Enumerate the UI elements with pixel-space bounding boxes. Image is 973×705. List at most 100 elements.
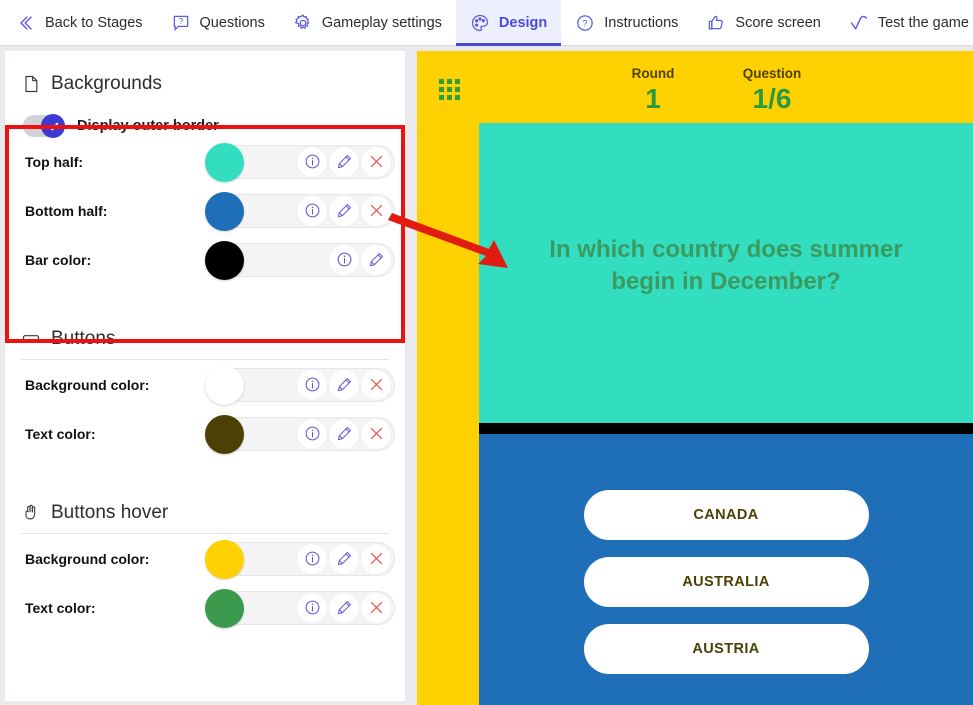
close-icon xyxy=(368,425,385,442)
pill-actions xyxy=(329,244,394,275)
info-button[interactable] xyxy=(297,369,327,400)
question-counter-value: 1/6 xyxy=(752,83,792,114)
color-picker-pill[interactable] xyxy=(205,539,395,579)
top-navigation-bar: Back to Stages? Questions Gameplay setting… xyxy=(0,0,973,46)
info-button[interactable] xyxy=(297,592,327,623)
section-header-buttons-hover: Buttons hover xyxy=(5,480,405,524)
nav-item-label: Test the game xyxy=(877,14,969,31)
pill-actions xyxy=(297,543,394,574)
nav-item-back-to-stages[interactable]: Back to Stages xyxy=(0,0,157,46)
question-counter: Question 1/6 xyxy=(717,65,827,115)
close-icon xyxy=(368,202,385,219)
nav-item-label: Design xyxy=(498,14,548,31)
pencil-icon xyxy=(336,599,353,616)
close-button[interactable] xyxy=(361,543,391,574)
info-button[interactable] xyxy=(297,418,327,449)
display-outer-border-toggle[interactable] xyxy=(23,114,65,138)
preview-top-bar: Round 1 Question 1/6 xyxy=(417,51,973,123)
section-title: Buttons xyxy=(51,328,116,349)
close-icon xyxy=(368,550,385,567)
pill-actions xyxy=(297,418,394,449)
color-swatch[interactable] xyxy=(205,240,244,280)
nav-item-design[interactable]: Design xyxy=(455,0,562,46)
answer-button[interactable]: CANADA xyxy=(583,490,869,540)
close-button[interactable] xyxy=(361,369,391,400)
color-setting-label: Bar color: xyxy=(25,251,92,268)
info-button[interactable] xyxy=(297,146,327,177)
preview-top-half: In which country does summer begin in De… xyxy=(479,123,973,423)
color-swatch[interactable] xyxy=(205,142,244,182)
pencil-button[interactable] xyxy=(329,195,359,226)
color-setting-label: Background color: xyxy=(25,376,150,393)
color-picker-pill[interactable] xyxy=(205,191,395,231)
color-picker-pill[interactable] xyxy=(205,142,395,182)
color-swatch[interactable] xyxy=(205,539,244,579)
section-title: Backgrounds xyxy=(51,73,162,94)
color-setting-label: Top half: xyxy=(25,153,84,170)
color-swatch[interactable] xyxy=(205,588,244,628)
close-icon xyxy=(368,153,385,170)
close-icon xyxy=(368,599,385,616)
info-button[interactable] xyxy=(329,244,359,275)
game-preview: Round 1 Question 1/6 In which country do… xyxy=(417,51,973,705)
nav-item-label: Instructions xyxy=(604,14,679,31)
color-picker-pill[interactable] xyxy=(205,365,395,405)
color-swatch[interactable] xyxy=(205,191,244,231)
pill-actions xyxy=(297,195,394,226)
close-button[interactable] xyxy=(361,592,391,623)
color-swatch[interactable] xyxy=(205,365,244,405)
color-picker-pill[interactable] xyxy=(205,240,395,280)
section-title: Buttons hover xyxy=(51,502,169,523)
info-button[interactable] xyxy=(297,543,327,574)
color-setting-row: Background color: xyxy=(5,360,405,409)
grid-menu-icon[interactable] xyxy=(439,79,461,101)
nav-item-gameplay-settings[interactable]: Gameplay settings xyxy=(279,0,456,46)
answer-button[interactable]: AUSTRIA xyxy=(583,624,869,674)
pencil-button[interactable] xyxy=(329,592,359,623)
question-bubble-icon: ? xyxy=(171,13,191,33)
close-button[interactable] xyxy=(361,146,391,177)
nav-item-label: Score screen xyxy=(735,14,821,31)
close-button[interactable] xyxy=(361,418,391,449)
info-icon xyxy=(304,599,321,616)
info-icon xyxy=(304,153,321,170)
pill-actions xyxy=(297,146,394,177)
pencil-button[interactable] xyxy=(361,244,391,275)
color-picker-pill[interactable] xyxy=(205,588,395,628)
pencil-button[interactable] xyxy=(329,369,359,400)
nav-item-instructions[interactable]: ? Instructions xyxy=(561,0,692,46)
pencil-icon xyxy=(336,376,353,393)
thumbs-up-icon xyxy=(706,13,726,33)
app-root: Back to Stages? Questions Gameplay setting… xyxy=(0,0,973,705)
section-header-buttons: Buttons xyxy=(5,306,405,350)
info-button[interactable] xyxy=(297,195,327,226)
preview-divider-bar xyxy=(479,423,973,434)
color-setting-label: Bottom half: xyxy=(25,202,108,219)
pencil-button[interactable] xyxy=(329,418,359,449)
pencil-button[interactable] xyxy=(329,146,359,177)
color-setting-row: Text color: xyxy=(5,409,405,458)
pencil-button[interactable] xyxy=(329,543,359,574)
color-picker-pill[interactable] xyxy=(205,414,395,454)
nav-item-test-the-game[interactable]: Test the game xyxy=(835,0,973,46)
question-counter-label: Question xyxy=(742,66,802,81)
close-button[interactable] xyxy=(361,195,391,226)
button-rect-icon xyxy=(21,329,41,349)
nav-item-score-screen[interactable]: Score screen xyxy=(692,0,834,46)
color-swatch[interactable] xyxy=(205,414,244,454)
answer-button[interactable]: AUSTRALIA xyxy=(583,557,869,607)
nav-item-questions[interactable]: ? Questions xyxy=(157,0,279,46)
page-icon xyxy=(21,74,41,94)
toggle-label: Display outer border xyxy=(77,118,219,134)
color-setting-row: Bottom half: xyxy=(5,186,405,235)
gear-icon xyxy=(293,13,313,33)
color-setting-label: Text color: xyxy=(25,599,96,616)
pencil-icon xyxy=(368,251,385,268)
color-setting-row: Top half: xyxy=(5,137,405,186)
pencil-icon xyxy=(336,153,353,170)
question-circle-icon: ? xyxy=(575,13,595,33)
info-icon xyxy=(336,251,353,268)
pill-actions xyxy=(297,592,394,623)
